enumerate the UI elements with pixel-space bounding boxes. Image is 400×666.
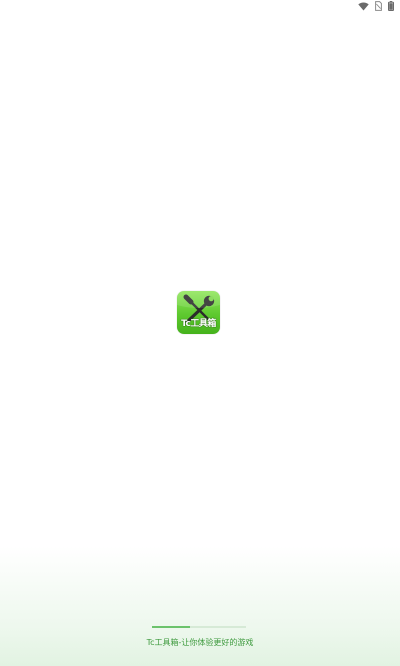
footer-tagline: Tc工具箱-让你体验更好的游戏: [146, 638, 254, 647]
loading-progress-fill: [152, 626, 190, 628]
splash-screen: Tc工具箱 Tc工具箱-让你体验更好的游戏: [0, 0, 400, 666]
battery-icon: [388, 1, 394, 12]
app-logo: Tc工具箱: [177, 291, 220, 334]
status-icons: [358, 1, 394, 12]
app-logo-label: Tc工具箱: [181, 319, 216, 329]
wifi-icon: [358, 1, 369, 11]
loading-progress-bar: [152, 626, 246, 628]
no-sim-icon: [375, 1, 382, 11]
status-bar: [0, 0, 400, 14]
